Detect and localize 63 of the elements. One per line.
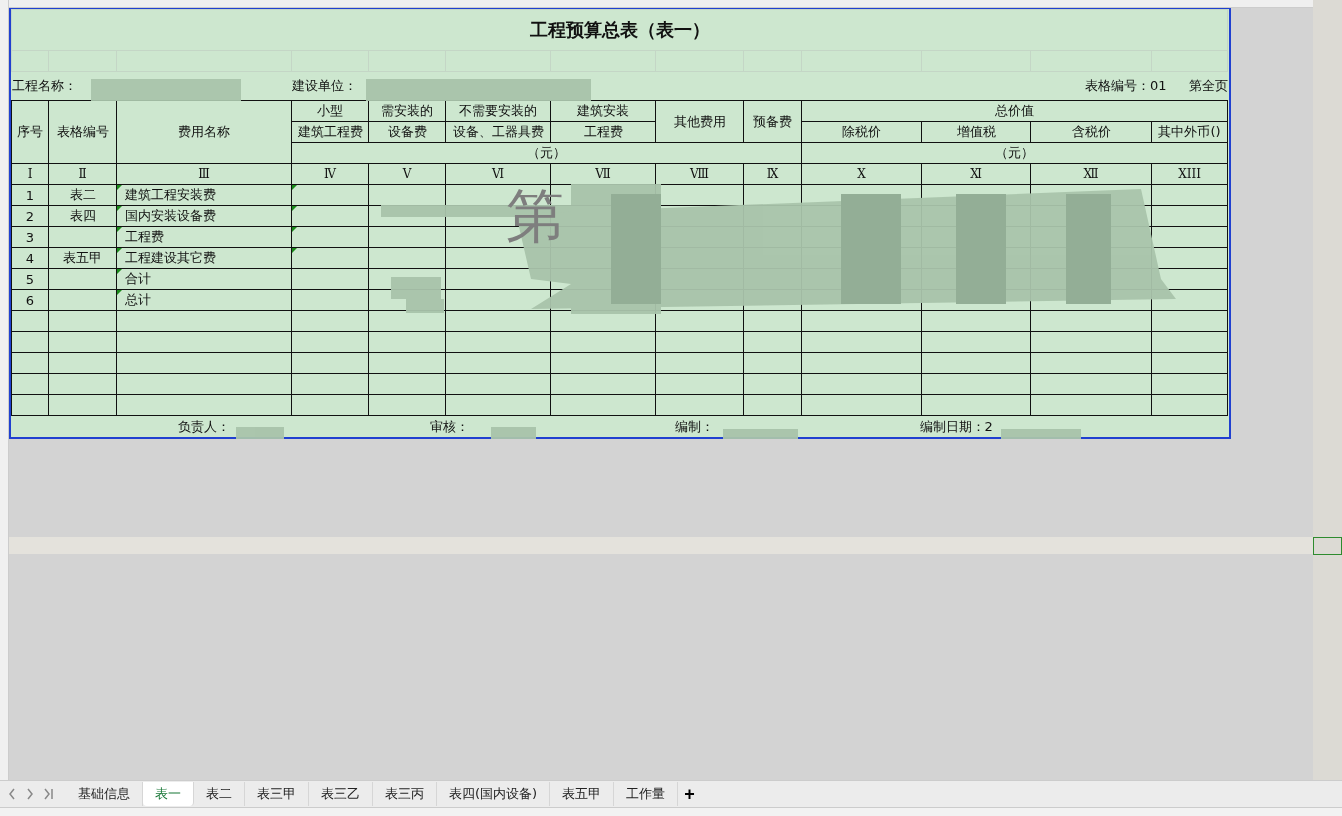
sheet-tab[interactable]: 表四(国内设备) [437, 782, 551, 806]
column-heading: 总价值 [801, 100, 1228, 122]
column-heading: 预备费 [743, 100, 802, 143]
column-heading: 除税价 [801, 121, 922, 143]
column-heading: 增值税 [921, 121, 1031, 143]
column-heading: 其他费用 [655, 100, 744, 143]
column-heading: 设备费 [368, 121, 446, 143]
column-number: Ⅺ [921, 163, 1031, 185]
column-number: XIII [1151, 163, 1228, 185]
table-cell: 工程费 [125, 229, 164, 244]
sheet-tab[interactable]: 表三丙 [373, 782, 437, 806]
sheet-tab[interactable]: 工作量 [614, 782, 679, 806]
column-heading: 其中外币() [1151, 121, 1228, 143]
add-sheet-button[interactable]: + [678, 783, 701, 805]
last-sheet-icon[interactable] [44, 788, 54, 800]
previous-sheet-icon[interactable] [8, 788, 16, 800]
table-cell: 6 [11, 289, 49, 311]
page-label: 第全页 [1188, 78, 1228, 93]
column-number: Ⅴ [368, 163, 446, 185]
column-number: Ⅻ [1030, 163, 1152, 185]
column-number: Ⅹ [801, 163, 922, 185]
table-cell: 表二 [69, 187, 96, 202]
signature-label: 负责人： [177, 418, 230, 434]
table-cell: 合计 [125, 271, 151, 286]
table-cell: 工程建设其它费 [125, 250, 216, 265]
unit-label: （元） [801, 142, 1228, 164]
column-number: Ⅰ [11, 163, 49, 185]
column-heading: 设备、工器具费 [445, 121, 551, 143]
table-cell: 3 [11, 226, 49, 248]
sheet-tab[interactable]: 表二 [194, 782, 245, 806]
table-cell: 1 [11, 184, 49, 206]
table-cell: 表五甲 [63, 250, 102, 265]
table-cell: 4 [11, 247, 49, 269]
signature-label: 编制： [674, 418, 714, 434]
unit-label: （元） [291, 142, 802, 164]
table-cell: 2 [11, 205, 49, 227]
table-cell: 总计 [125, 292, 151, 307]
page-watermark: 第 [506, 187, 564, 245]
column-number: Ⅸ [743, 163, 802, 185]
next-sheet-icon[interactable] [26, 788, 34, 800]
table-cell: 建筑工程安装费 [125, 187, 216, 202]
column-heading: 序号 [11, 100, 49, 164]
column-number: Ⅳ [291, 163, 369, 185]
sheet-tab[interactable]: 表三甲 [245, 782, 309, 806]
sheet-title: 工程预算总表（表一） [11, 9, 1228, 51]
vertical-scrollbar[interactable] [1313, 0, 1342, 780]
column-number: Ⅵ [445, 163, 551, 185]
sheet-tab[interactable]: 表一 [143, 782, 194, 806]
column-number: Ⅲ [116, 163, 292, 185]
column-heading: 建筑工程费 [291, 121, 369, 143]
table-cell: 表四 [69, 208, 96, 223]
column-heading: 含税价 [1030, 121, 1152, 143]
signature-label: 审核： [429, 418, 469, 434]
column-number: Ⅱ [48, 163, 117, 185]
sheet-tab[interactable]: 表五甲 [550, 782, 615, 806]
sheet-tab[interactable]: 表三乙 [309, 782, 373, 806]
signature-label: 编制日期：2 [919, 418, 993, 434]
table-cell: 国内安装设备费 [125, 208, 216, 223]
column-heading: 小型 [291, 100, 369, 122]
field-label: 建设单位： [291, 78, 357, 93]
field-label: 工程名称： [11, 78, 77, 93]
form-number: 表格编号：01 [1084, 78, 1167, 93]
table-cell: 5 [11, 268, 49, 290]
